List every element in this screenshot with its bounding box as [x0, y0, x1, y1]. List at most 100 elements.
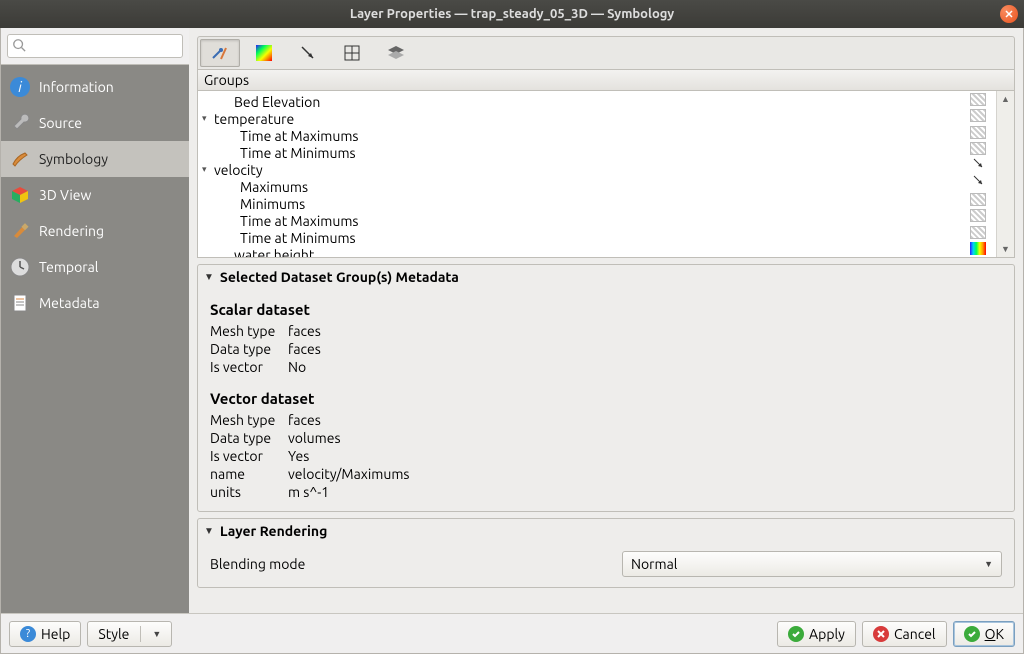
combo-value: Normal	[631, 556, 677, 572]
main-panel: Groups Bed Elevation ▾temperature Time a…	[189, 28, 1023, 613]
metadata-section: ▼ Selected Dataset Group(s) Metadata Sca…	[197, 264, 1015, 512]
window-close-button[interactable]	[1000, 5, 1018, 23]
check-icon	[788, 626, 804, 642]
kv-row: Is vectorYes	[210, 447, 1002, 465]
cancel-icon	[873, 626, 889, 642]
ok-button[interactable]: OOKK	[953, 621, 1015, 647]
swatch-rainbow[interactable]	[960, 241, 996, 258]
layer-rendering-toggle[interactable]: ▼ Layer Rendering	[198, 519, 1014, 543]
tree-item[interactable]: Minimums	[198, 195, 960, 212]
sidebar-item-label: 3D View	[39, 187, 91, 203]
tool-vectors[interactable]	[288, 39, 328, 67]
brush-icon	[9, 148, 31, 170]
cancel-button[interactable]: Cancel	[862, 621, 947, 647]
swatch-hatch[interactable]	[960, 108, 996, 125]
chevron-down-icon: ▼	[204, 525, 214, 537]
search-icon	[12, 38, 26, 56]
close-icon	[1004, 9, 1014, 19]
swatch-hatch[interactable]	[960, 124, 996, 141]
sidebar-item-temporal[interactable]: Temporal	[1, 249, 189, 285]
kv-row: Data typevolumes	[210, 429, 1002, 447]
kv-row: Is vectorNo	[210, 358, 1002, 376]
swatch-column	[960, 91, 996, 257]
sidebar-item-label: Rendering	[39, 223, 104, 239]
kv-row: namevelocity/Maximums	[210, 465, 1002, 483]
swatch-hatch[interactable]	[960, 141, 996, 158]
cube-icon	[9, 184, 31, 206]
wrench-icon	[9, 112, 31, 134]
tree-scrollbar[interactable]: ▲ ▼	[996, 91, 1014, 257]
tool-contours[interactable]	[244, 39, 284, 67]
arrow-icon	[298, 43, 318, 63]
swatch-arrow[interactable]	[960, 174, 996, 191]
tree-item[interactable]: Time at Maximums	[198, 127, 960, 144]
metadata-section-toggle[interactable]: ▼ Selected Dataset Group(s) Metadata	[198, 265, 1014, 289]
sidebar-search-input[interactable]	[7, 34, 183, 58]
tree-item[interactable]: Bed Elevation	[198, 93, 960, 110]
tree-item[interactable]: Time at Maximums	[198, 212, 960, 229]
clock-icon	[9, 256, 31, 278]
help-button[interactable]: ? Help	[9, 621, 81, 647]
layers-icon	[386, 43, 406, 63]
blending-mode-combo[interactable]: Normal ▼	[622, 551, 1002, 577]
help-icon: ?	[20, 626, 36, 642]
kv-row: Data typefaces	[210, 340, 1002, 358]
tool-general[interactable]	[200, 39, 240, 67]
tree-item[interactable]: Maximums	[198, 178, 960, 195]
info-icon: i	[9, 76, 31, 98]
grid-icon	[342, 43, 362, 63]
tree-item[interactable]: water height	[198, 246, 960, 257]
scroll-up-button[interactable]: ▲	[997, 91, 1014, 107]
kv-row: unitsm s^-1	[210, 483, 1002, 501]
tools-icon	[210, 43, 230, 63]
blending-mode-label: Blending mode	[210, 556, 610, 572]
svg-text:i: i	[18, 79, 22, 95]
apply-button[interactable]: Apply	[777, 621, 856, 647]
sidebar-item-label: Symbology	[39, 151, 108, 167]
sidebar-item-source[interactable]: Source	[1, 105, 189, 141]
sidebar-item-symbology[interactable]: Symbology	[1, 141, 189, 177]
sidebar: i Information Source Symbology 3D View	[1, 28, 189, 613]
tree-item[interactable]: ▾temperature	[198, 110, 960, 127]
tool-mesh[interactable]	[332, 39, 372, 67]
gradient-icon	[254, 43, 274, 63]
style-button[interactable]: Style ▼	[87, 621, 172, 647]
sidebar-item-label: Information	[39, 79, 114, 95]
section-title: Selected Dataset Group(s) Metadata	[220, 269, 459, 285]
sidebar-item-label: Metadata	[39, 295, 100, 311]
scroll-down-button[interactable]: ▼	[997, 241, 1014, 257]
groups-panel: Groups Bed Elevation ▾temperature Time a…	[197, 70, 1015, 258]
swatch-hatch[interactable]	[960, 91, 996, 108]
swatch-hatch[interactable]	[960, 208, 996, 225]
expand-icon[interactable]: ▾	[202, 164, 214, 175]
section-title: Layer Rendering	[220, 523, 327, 539]
swatch-arrow[interactable]	[960, 157, 996, 174]
tree-item[interactable]: Time at Minimums	[198, 229, 960, 246]
chevron-down-icon: ▼	[984, 559, 993, 569]
kv-row: Mesh typefaces	[210, 322, 1002, 340]
dialog-footer: ? Help Style ▼ Apply Cancel OOKK	[1, 613, 1023, 653]
dataset-tree[interactable]: Bed Elevation ▾temperature Time at Maxim…	[198, 91, 960, 257]
sidebar-item-3dview[interactable]: 3D View	[1, 177, 189, 213]
sidebar-item-label: Temporal	[39, 259, 98, 275]
chevron-down-icon: ▼	[204, 271, 214, 283]
document-icon	[9, 292, 31, 314]
chevron-down-icon: ▼	[152, 629, 161, 639]
sidebar-item-rendering[interactable]: Rendering	[1, 213, 189, 249]
swatch-hatch[interactable]	[960, 224, 996, 241]
kv-row: Mesh typefaces	[210, 411, 1002, 429]
sidebar-item-metadata[interactable]: Metadata	[1, 285, 189, 321]
symbology-toolbar	[197, 36, 1015, 70]
tree-item[interactable]: Time at Minimums	[198, 144, 960, 161]
vector-dataset-heading: Vector dataset	[210, 390, 1002, 407]
sidebar-item-label: Source	[39, 115, 82, 131]
sidebar-item-information[interactable]: i Information	[1, 69, 189, 105]
tool-averaging[interactable]	[376, 39, 416, 67]
paintbrush-icon	[9, 220, 31, 242]
expand-icon[interactable]: ▾	[202, 113, 214, 124]
scalar-dataset-heading: Scalar dataset	[210, 301, 1002, 318]
check-icon	[964, 626, 980, 642]
tree-item[interactable]: ▾velocity	[198, 161, 960, 178]
groups-header: Groups	[198, 70, 1014, 91]
swatch-hatch[interactable]	[960, 191, 996, 208]
